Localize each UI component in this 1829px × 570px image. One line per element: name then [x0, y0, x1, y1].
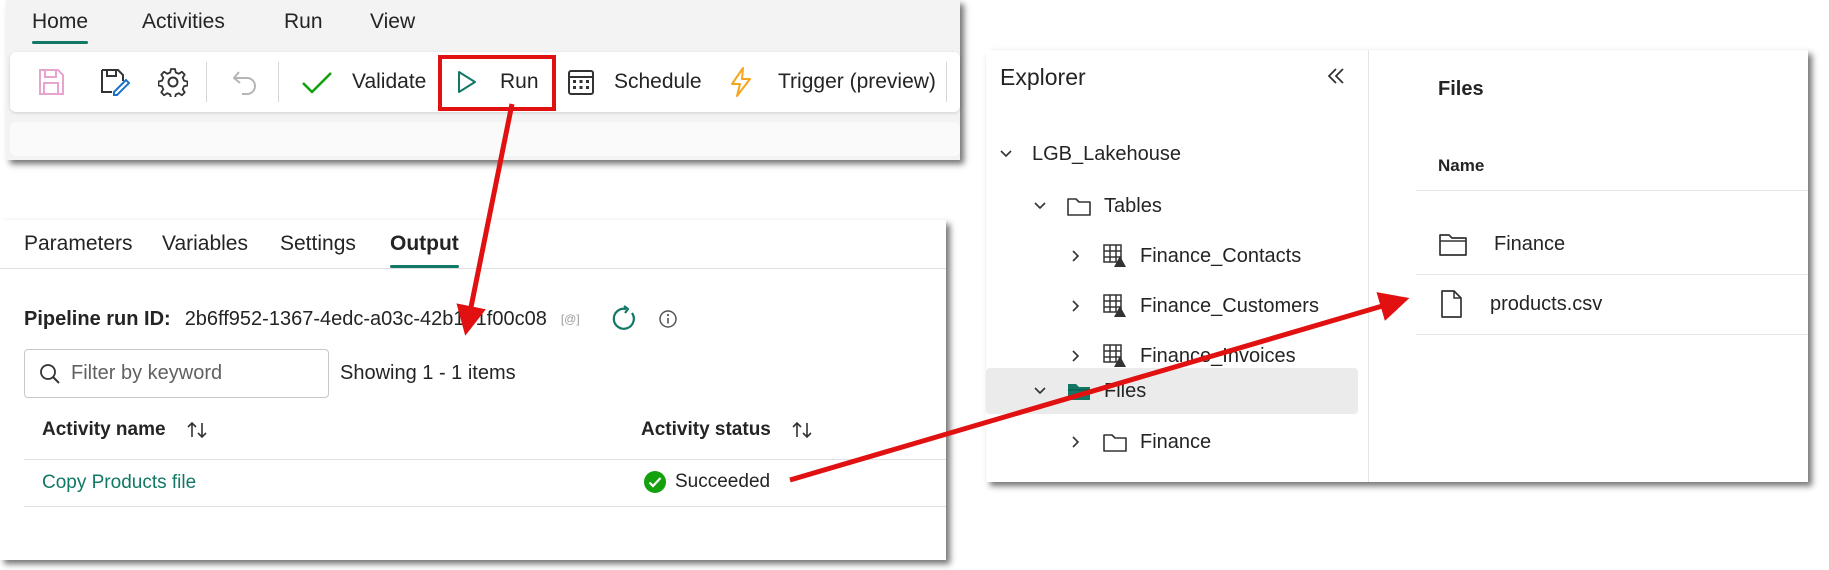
success-check-icon	[644, 471, 666, 493]
file-name: products.csv	[1490, 292, 1603, 315]
row-divider	[1416, 334, 1808, 335]
save-icon	[39, 69, 64, 95]
file-icon	[1441, 290, 1462, 318]
filter-input[interactable]	[71, 362, 311, 385]
lakehouse-name: LGB_Lakehouse	[1032, 142, 1182, 165]
trigger-label: Trigger (preview)	[778, 70, 936, 93]
undo-icon	[233, 71, 256, 95]
col-activity-name-label: Activity name	[42, 419, 166, 440]
folder-open-icon	[1068, 384, 1090, 400]
delta-table-icon	[1103, 294, 1126, 317]
header-divider	[24, 459, 946, 460]
folder-name: Finance	[1140, 430, 1212, 453]
chevron-right-icon	[1072, 300, 1080, 312]
run-id-label: Pipeline run ID:	[24, 307, 171, 330]
copy-run-id-button[interactable]: [@]	[561, 312, 580, 326]
chevron-right-icon	[1072, 436, 1080, 448]
tree-item-lakehouse[interactable]: LGB_Lakehouse	[994, 132, 1181, 176]
tabs-divider	[0, 268, 946, 269]
folder-icon	[1103, 434, 1127, 452]
col-activity-name[interactable]: Activity name	[42, 419, 208, 441]
explorer-title: Explorer	[1000, 64, 1086, 90]
toolbar-separator	[278, 62, 279, 102]
status-text: Succeeded	[675, 471, 771, 492]
trigger-button[interactable]: Trigger (preview)	[728, 52, 936, 112]
tab-activities[interactable]: Activities	[142, 10, 225, 34]
canvas-strip	[10, 122, 960, 156]
file-row[interactable]: products.csv	[1438, 282, 1602, 326]
lakehouse-panel: Explorer LGB_Lakehouse Tables Finance_Co…	[986, 50, 1808, 482]
schedule-button[interactable]: Schedule	[566, 52, 702, 112]
info-icon[interactable]	[658, 309, 678, 329]
pipeline-run-id-row: Pipeline run ID: 2b6ff952-1367-4edc-a03c…	[24, 305, 678, 333]
sort-icon	[186, 421, 207, 439]
delta-table-icon	[1103, 244, 1126, 267]
tab-view[interactable]: View	[370, 10, 415, 34]
tab-variables[interactable]: Variables	[162, 232, 248, 256]
folder-icon	[1439, 234, 1467, 256]
run-highlight-box	[438, 55, 556, 111]
activity-status: Succeeded	[643, 470, 770, 494]
pane-divider	[1368, 50, 1369, 482]
refresh-icon[interactable]	[610, 305, 638, 333]
tree-item-table[interactable]: Finance_Customers	[1064, 284, 1319, 328]
delta-table-icon	[1103, 344, 1126, 367]
tree-item-files[interactable]: Files	[986, 368, 1358, 414]
save-as-button[interactable]	[98, 52, 130, 112]
file-row[interactable]: Finance	[1438, 222, 1565, 266]
validate-label: Validate	[352, 70, 427, 93]
files-title: Files	[1438, 78, 1484, 100]
activity-name-link[interactable]: Copy Products file	[42, 472, 196, 494]
file-name: Finance	[1494, 232, 1566, 255]
gear-icon	[158, 68, 188, 97]
settings-button[interactable]	[158, 52, 188, 112]
chevron-right-icon	[1072, 350, 1080, 362]
tab-run[interactable]: Run	[284, 10, 323, 34]
search-icon	[40, 363, 60, 384]
checkmark-icon	[302, 72, 332, 94]
tab-home[interactable]: Home	[32, 10, 89, 44]
undo-button[interactable]	[230, 52, 260, 112]
row-divider	[1416, 274, 1808, 275]
toolbar-separator	[946, 62, 947, 102]
files-label: Files	[1104, 379, 1147, 402]
ribbon-panel: Home Activities Run View Validate Run Sc…	[6, 0, 960, 160]
toolbar-separator	[206, 62, 207, 102]
schedule-label: Schedule	[614, 70, 702, 93]
tab-parameters[interactable]: Parameters	[24, 232, 133, 256]
table-name: Finance_Invoices	[1140, 344, 1296, 367]
col-activity-status[interactable]: Activity status	[641, 419, 813, 441]
tab-settings[interactable]: Settings	[280, 232, 356, 256]
chevron-down-icon	[1034, 387, 1046, 395]
collapse-icon[interactable]	[1324, 64, 1348, 88]
header-divider	[1416, 190, 1808, 191]
chevron-down-icon	[1000, 150, 1012, 158]
tree-item-folder[interactable]: Finance	[1064, 420, 1211, 464]
col-activity-status-label: Activity status	[641, 419, 771, 440]
chevron-down-icon	[1034, 202, 1046, 210]
folder-icon	[1067, 198, 1091, 216]
tree-item-tables[interactable]: Tables	[1028, 184, 1162, 228]
validate-button[interactable]: Validate	[300, 52, 426, 112]
tables-label: Tables	[1104, 194, 1162, 217]
run-id-value: 2b6ff952-1367-4edc-a03c-42b131f00c08	[184, 307, 547, 330]
tab-output[interactable]: Output	[390, 232, 459, 268]
calendar-icon	[568, 70, 594, 95]
save-edit-icon	[101, 69, 130, 96]
tree-item-table[interactable]: Finance_Contacts	[1064, 234, 1301, 278]
sort-icon	[792, 421, 812, 439]
filter-box	[24, 349, 329, 398]
save-button[interactable]	[36, 52, 66, 112]
showing-count: Showing 1 - 1 items	[340, 362, 516, 384]
table-name: Finance_Contacts	[1140, 244, 1302, 267]
lightning-icon	[731, 67, 751, 97]
chevron-right-icon	[1072, 250, 1080, 262]
table-name: Finance_Customers	[1140, 294, 1319, 317]
ribbon-tabs: Home Activities Run View	[6, 0, 960, 48]
col-name[interactable]: Name	[1438, 156, 1484, 176]
row-divider	[24, 506, 946, 507]
